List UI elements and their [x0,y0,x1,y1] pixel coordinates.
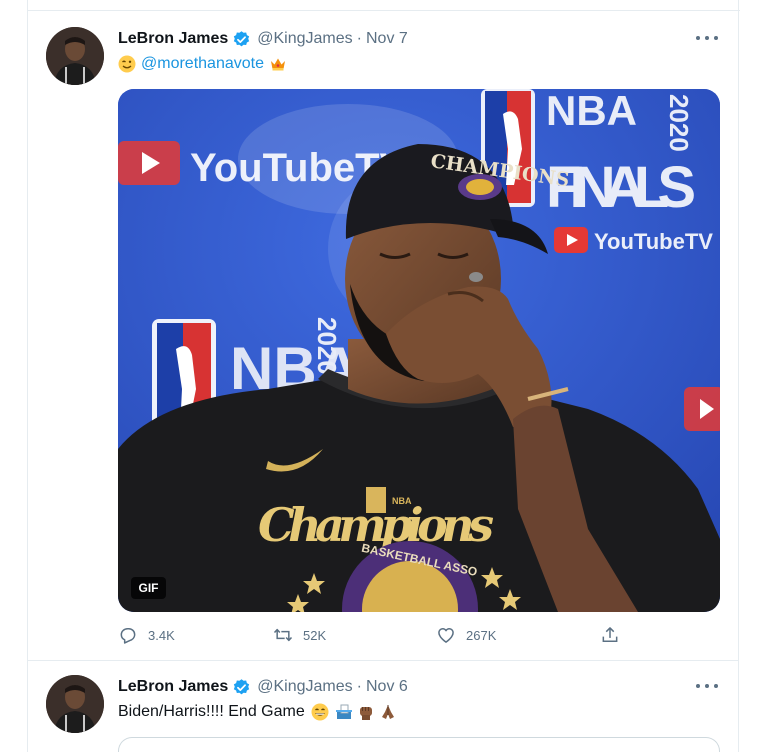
mention-link[interactable]: @morethanavote [141,55,264,73]
ballot-box-emoji [335,703,353,721]
avatar[interactable] [46,27,104,85]
share-button[interactable] [600,623,630,647]
more-options-icon[interactable] [696,31,718,45]
lower-year: 2020 [312,317,342,375]
tweet-date[interactable]: Nov 7 [366,30,408,48]
finals-title-nba: NBA [546,89,637,134]
winking-face-emoji [118,55,136,73]
like-count: 267K [466,627,497,643]
gif-media[interactable]: YouTubeTV NBA FINALS 2020 YouTubeTV NBA [118,89,720,612]
more-options-icon[interactable] [696,679,718,693]
finals-year: 2020 [664,94,694,152]
raised-fist-emoji [357,703,375,721]
tweet-actions: 3.4K 52K 267K [118,623,638,647]
separator: · [356,678,362,695]
media-card-preview[interactable] [118,737,720,752]
share-icon [602,627,618,642]
retweet-icon [273,628,293,642]
tweet[interactable]: LeBron James @KingJames · Nov 7 @moretha… [28,11,738,661]
sign-brand-right: YouTubeTV [594,229,713,254]
author-handle[interactable]: @KingJames [257,678,352,696]
heart-icon [438,628,454,643]
avatar[interactable] [46,675,104,733]
tweet-text: @morethanavote [118,53,287,75]
author-name[interactable]: LeBron James [118,678,228,696]
crown-emoji [269,55,287,73]
tweet[interactable]: LeBron James @KingJames · Nov 6 Biden/Ha… [28,661,738,752]
tweet-header: LeBron James @KingJames · Nov 7 [118,28,408,50]
reply-icon [120,628,136,644]
tweet-text: Biden/Harris!!!! End Game [118,701,397,723]
finals-title-finals: FINALS [546,155,696,220]
folded-hands-emoji [379,703,397,721]
tweet-date[interactable]: Nov 6 [366,678,408,696]
retweet-button[interactable]: 52K [273,623,326,647]
separator: · [356,30,362,47]
author-name[interactable]: LeBron James [118,30,228,48]
author-handle[interactable]: @KingJames [257,30,352,48]
svg-text:NBA: NBA [392,496,412,506]
tweet-body: Biden/Harris!!!! End Game [118,703,305,720]
like-button[interactable]: 267K [436,623,496,647]
grinning-face-emoji [311,703,329,721]
retweet-count: 52K [303,627,327,643]
verified-badge-icon [232,678,251,697]
timeline-feed: LeBron James @KingJames · Nov 7 @moretha… [27,0,740,752]
reply-button[interactable]: 3.4K [118,623,175,647]
gif-badge: GIF [131,577,166,599]
verified-badge-icon [232,30,251,49]
reply-count: 3.4K [148,627,175,643]
tweet-header: LeBron James @KingJames · Nov 6 [118,676,408,698]
